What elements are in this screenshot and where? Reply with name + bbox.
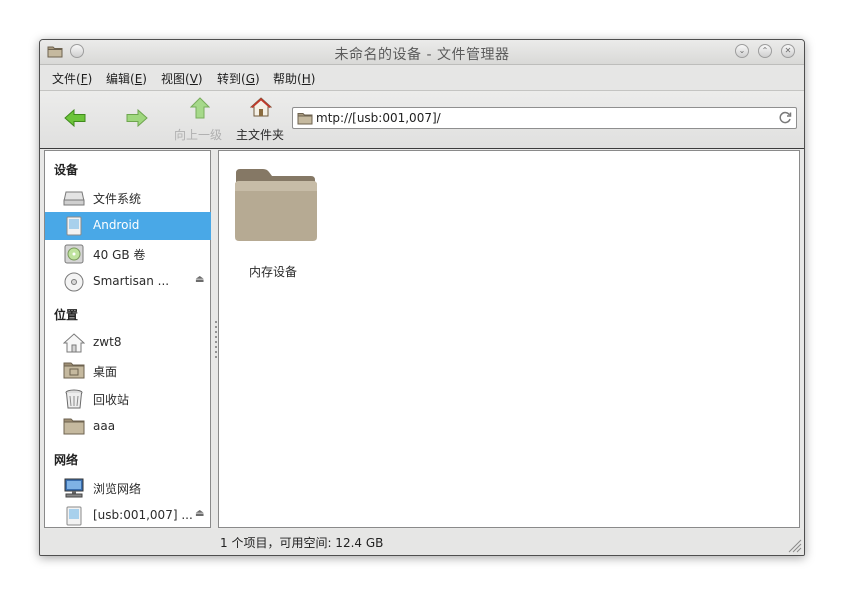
home-button[interactable] [249,96,273,121]
eject-icon[interactable]: ⏏ [195,508,204,519]
sidebar-item-browse-network[interactable]: 浏览网络 [45,474,211,502]
phone-icon [63,506,85,529]
folder-item-internal-storage[interactable]: 内存设备 [233,167,323,279]
sidebar-item-desktop[interactable]: 桌面 [45,357,211,385]
folder-icon [63,417,85,438]
sidebar-item-label: [usb:001,007] ... [93,508,193,522]
desktop-folder-icon [63,361,85,382]
sidebar-item-filesystem[interactable]: 文件系统 [45,184,211,212]
sidebar-item-label: 回收站 [93,393,130,407]
sidebar-item-label: Android [93,218,140,232]
menu-bar: 文件(F) 编辑(E) 视图(V) 转到(G) 帮助(H) [40,65,804,91]
sidebar-item-label: aaa [93,419,116,433]
menu-edit[interactable]: 编辑(E) [106,70,147,87]
file-manager-window: 未命名的设备 - 文件管理器 ⌄ ⌃ ✕ 文件(F) 编辑(E) 视图(V) 转… [39,39,805,556]
menu-view[interactable]: 视图(V) [161,70,203,87]
sidebar-item-label: 桌面 [93,365,118,379]
folder-item-label: 内存设备 [248,265,297,279]
sidebar-item-home[interactable]: zwt8 [45,329,211,357]
sidebar-item-label: Smartisan ... [93,274,170,288]
up-label: 向上一级 [174,128,223,142]
home-icon [62,333,86,356]
file-view[interactable]: 内存设备 [218,150,800,528]
window-title: 未命名的设备 - 文件管理器 [334,47,510,63]
back-button[interactable] [64,108,86,130]
disk-icon [63,244,85,267]
maximize-icon[interactable]: ⌃ [758,44,772,58]
home-icon [249,97,273,117]
trash-icon [63,389,85,412]
sidebar-header-devices: 设备 [54,163,79,177]
sidebar-item-label: 文件系统 [93,192,142,206]
network-icon [63,478,85,501]
forward-button[interactable] [126,108,148,130]
arrow-left-icon [64,108,86,128]
sidebar-item-smartisan[interactable]: Smartisan ... ⏏ [45,268,211,296]
sidebar-item-label: 浏览网络 [93,482,142,496]
location-path: mtp://[usb:001,007]/ [316,111,441,125]
reload-icon[interactable] [778,111,792,125]
close-icon[interactable]: ✕ [781,44,795,58]
menu-go[interactable]: 转到(G) [217,70,260,87]
drive-icon [63,188,85,209]
menu-help[interactable]: 帮助(H) [273,70,315,87]
sidebar-header-places: 位置 [54,308,79,322]
status-text: 1 个项目，可用空间: 12.4 GB [220,536,384,550]
sidebar: 设备 文件系统 Android 40 GB 卷 Smartisan ... ⏏ [44,150,211,528]
optical-disc-icon [63,272,85,295]
arrow-right-icon [126,108,148,128]
sidebar-item-trash[interactable]: 回收站 [45,385,211,413]
home-label: 主文件夹 [236,128,285,142]
sidebar-item-40gb-volume[interactable]: 40 GB 卷 [45,240,211,268]
location-bar[interactable]: mtp://[usb:001,007]/ [292,107,797,129]
toolbar: 向上一级 主文件夹 mtp://[usb:001,007]/ [40,91,804,149]
sidebar-header-network: 网络 [54,453,79,467]
sidebar-item-aaa[interactable]: aaa [45,413,211,441]
eject-icon[interactable]: ⏏ [195,274,204,285]
minimize-icon[interactable]: ⌄ [735,44,749,58]
folder-icon [235,169,317,241]
status-bar: 1 个项目，可用空间: 12.4 GB [40,529,804,555]
sidebar-item-label: 40 GB 卷 [93,248,146,262]
resize-grip-icon[interactable] [786,537,802,553]
sidebar-item-label: zwt8 [93,335,122,349]
folder-icon [297,113,313,125]
arrow-up-icon [189,97,211,119]
sidebar-item-usb-device[interactable]: [usb:001,007] ... ⏏ [45,502,211,530]
title-bar[interactable]: 未命名的设备 - 文件管理器 ⌄ ⌃ ✕ [40,40,804,65]
phone-icon [63,216,85,239]
sidebar-item-android[interactable]: Android [45,212,211,240]
up-button[interactable] [189,97,211,122]
menu-file[interactable]: 文件(F) [52,70,92,87]
